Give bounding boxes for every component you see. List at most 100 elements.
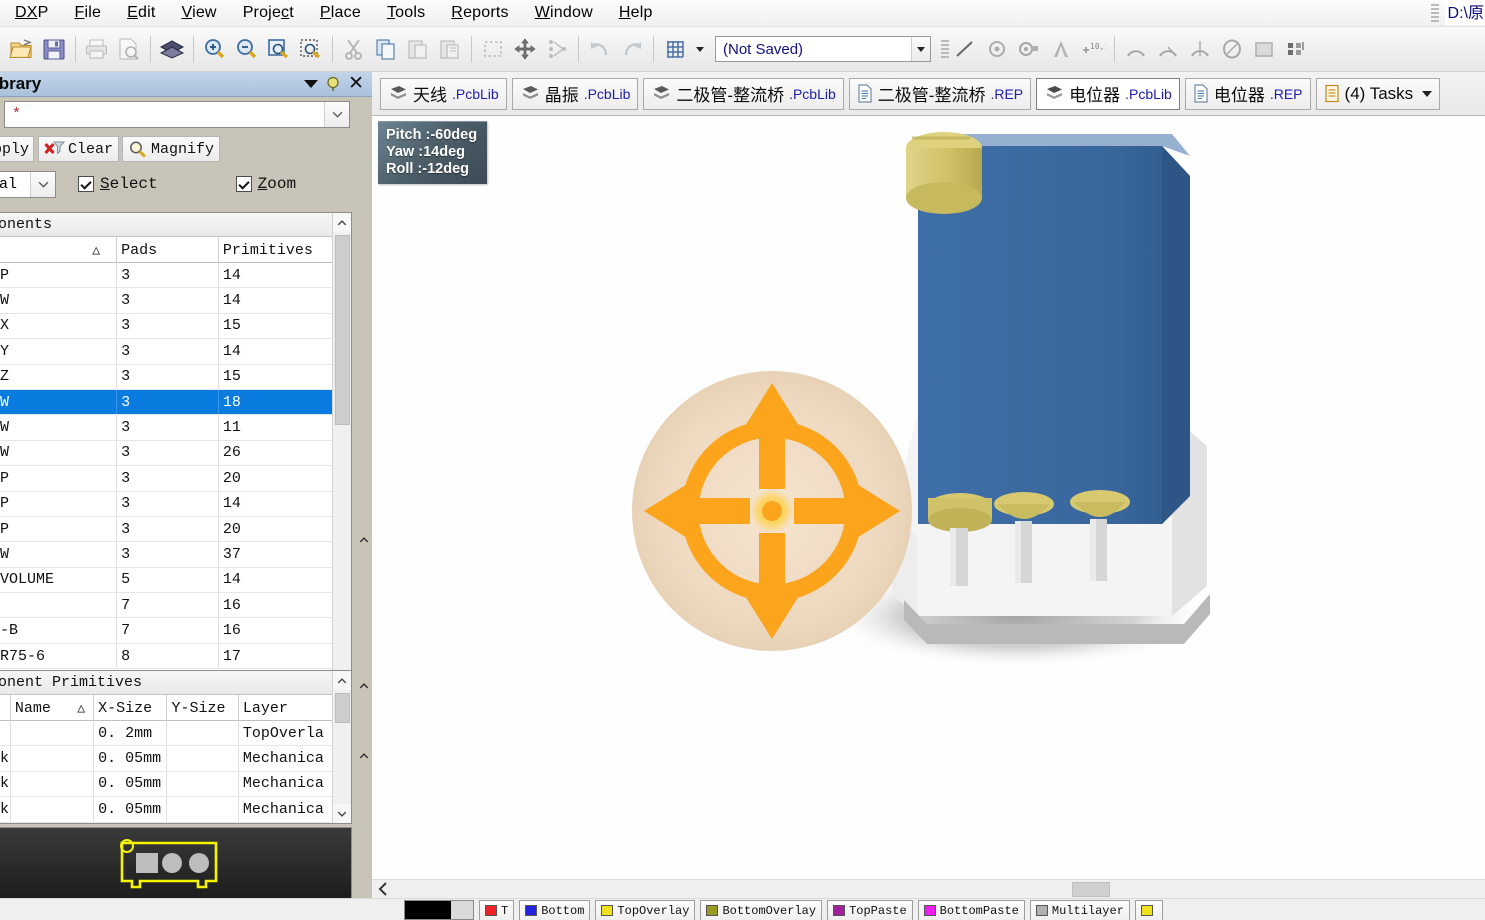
table-row[interactable]: 2P314 (0, 491, 332, 517)
board-layers-icon[interactable] (157, 34, 187, 64)
chevron-down-icon[interactable] (304, 80, 319, 88)
zoom-mode-combo[interactable]: mal (0, 170, 56, 198)
copy-icon[interactable] (371, 34, 401, 64)
select-checkbox-box[interactable] (78, 176, 94, 192)
layer-tab[interactable]: T (479, 900, 515, 920)
redo-icon[interactable] (617, 34, 647, 64)
filter-dropdown-arrow[interactable] (324, 102, 349, 127)
grid-dropdown-icon[interactable] (692, 34, 708, 64)
doc-tab-4[interactable]: 电位器 .PcbLib (1036, 77, 1180, 110)
paste-special-icon[interactable] (435, 34, 465, 64)
col-name[interactable]: e △ (0, 237, 118, 263)
clear-button[interactable]: Clear (38, 136, 120, 162)
table-row[interactable]: 0. 2mm TopOverla (0, 721, 332, 747)
place-string-icon[interactable] (1046, 34, 1076, 64)
table-row[interactable]: 6W314 (0, 288, 332, 314)
menu-view[interactable]: View (168, 1, 229, 26)
menu-help[interactable]: Help (606, 1, 666, 26)
undo-icon[interactable] (585, 34, 615, 64)
magnify-button[interactable]: Magnify (122, 136, 221, 162)
table-row[interactable]: 6P314 (0, 263, 332, 289)
component-wizard-icon[interactable] (1281, 34, 1311, 64)
table-row[interactable]: 1-B716 (0, 618, 332, 644)
menu-place[interactable]: Place (307, 1, 374, 26)
table-row[interactable]: 6Y314 (0, 339, 332, 365)
col-layer[interactable]: Layer (239, 695, 332, 721)
layer-tab[interactable]: TopOverlay (595, 900, 696, 920)
save-icon[interactable] (39, 34, 69, 64)
menu-tools[interactable]: Tools (374, 1, 438, 26)
print-preview-icon[interactable] (114, 34, 144, 64)
footprint-preview[interactable] (0, 827, 352, 904)
scroll-up-icon[interactable] (332, 671, 351, 690)
col-prim-name[interactable]: Name △ (11, 695, 95, 721)
doc-tab-5[interactable]: 电位器 .REP (1184, 77, 1311, 110)
paste-icon[interactable] (403, 34, 433, 64)
place-via-icon[interactable] (1014, 34, 1044, 64)
pin-icon[interactable] (325, 76, 341, 92)
doc-tab-1[interactable]: 晶振 .PcbLib (511, 77, 639, 110)
open-folder-icon[interactable] (7, 34, 37, 64)
layer-tab[interactable]: Bottom (519, 900, 591, 920)
snap-grid-dropdown-arrow[interactable] (911, 37, 930, 61)
menu-edit[interactable]: Edit (114, 1, 168, 26)
table-row[interactable]: 8W311 (0, 415, 332, 441)
move-icon[interactable] (510, 34, 540, 64)
zoom-checkbox-box[interactable] (235, 176, 252, 192)
menu-project[interactable]: Project (230, 1, 307, 26)
doc-tab-0[interactable]: 天线 .PcbLib (380, 77, 507, 110)
select-area-icon[interactable] (478, 34, 508, 64)
table-row[interactable]: ck 0. 05mm Mechanica (0, 746, 332, 772)
place-arc-edge-icon[interactable] (1153, 34, 1183, 64)
table-row[interactable]: 6Z315 (0, 364, 332, 390)
cut-icon[interactable] (339, 34, 369, 64)
components-scrollbar[interactable] (332, 213, 351, 736)
horizontal-scroll-thumb[interactable] (1072, 882, 1110, 897)
scroll-left-icon[interactable] (372, 880, 394, 899)
table-row[interactable]: 6W326 (0, 440, 332, 467)
place-arc-center-icon[interactable] (1121, 34, 1151, 64)
table-row[interactable]: ER75-6817 (0, 643, 332, 670)
place-arc-any-angle-icon[interactable] (1185, 34, 1215, 64)
menu-reports[interactable]: Reports (438, 1, 521, 26)
doc-tab-2[interactable]: 二极管-整流桥 .PcbLib (643, 77, 844, 110)
panel-scroll-strip[interactable] (355, 97, 372, 920)
library-filter-input[interactable] (5, 103, 324, 126)
col-type[interactable]: e (0, 695, 11, 721)
col-pads[interactable]: Pads (117, 237, 219, 263)
pcb3d-viewport[interactable]: Pitch :-60deg Yaw :14deg Roll :-12deg (372, 116, 1485, 883)
primitives-scroll-thumb[interactable] (335, 693, 350, 723)
layer-tab[interactable]: BottomOverlay (700, 900, 823, 920)
place-fill-icon[interactable] (1249, 34, 1279, 64)
doc-tab-3[interactable]: 二极管-整流桥 .REP (848, 77, 1032, 110)
panel-scroll-up-1[interactable] (359, 537, 369, 543)
scroll-down-icon[interactable] (332, 804, 351, 823)
col-ysize[interactable]: Y-Size (167, 695, 239, 721)
select-checkbox[interactable]: Select (78, 175, 158, 193)
col-primitives[interactable]: Primitives (219, 237, 332, 263)
layer-tab[interactable]: Multilayer (1029, 900, 1130, 920)
close-icon[interactable]: ✕ (348, 74, 364, 93)
grid-icon[interactable] (660, 34, 690, 64)
layer-tab[interactable] (1134, 900, 1163, 920)
apply-button[interactable]: pply (0, 136, 34, 162)
table-row[interactable]: ck 0. 05mm Mechanica (0, 797, 332, 823)
zoom-document-icon[interactable] (264, 34, 294, 64)
menu-dxp[interactable]: DXP (2, 1, 62, 26)
lt-black[interactable] (404, 900, 474, 920)
zoom-in-icon[interactable] (200, 34, 230, 64)
zoom-area-icon[interactable] (296, 34, 326, 64)
menu-file[interactable]: File (62, 1, 115, 26)
place-pad-icon[interactable] (982, 34, 1012, 64)
scroll-up-icon[interactable] (332, 213, 351, 232)
library-filter-box[interactable] (4, 101, 350, 128)
primitives-scrollbar[interactable] (332, 671, 351, 823)
layer-tab[interactable]: BottomPaste (917, 900, 1025, 920)
print-icon[interactable] (82, 34, 112, 64)
panel-scroll-up-3[interactable] (359, 753, 369, 759)
table-row[interactable]: 6P320 (0, 516, 332, 543)
place-coordinate-icon[interactable]: 10,10 (1078, 34, 1108, 64)
table-row[interactable]: _VOLUME514 (0, 567, 332, 594)
place-full-circle-icon[interactable] (1217, 34, 1247, 64)
snap-grid-combo[interactable]: (Not Saved) (715, 36, 931, 62)
